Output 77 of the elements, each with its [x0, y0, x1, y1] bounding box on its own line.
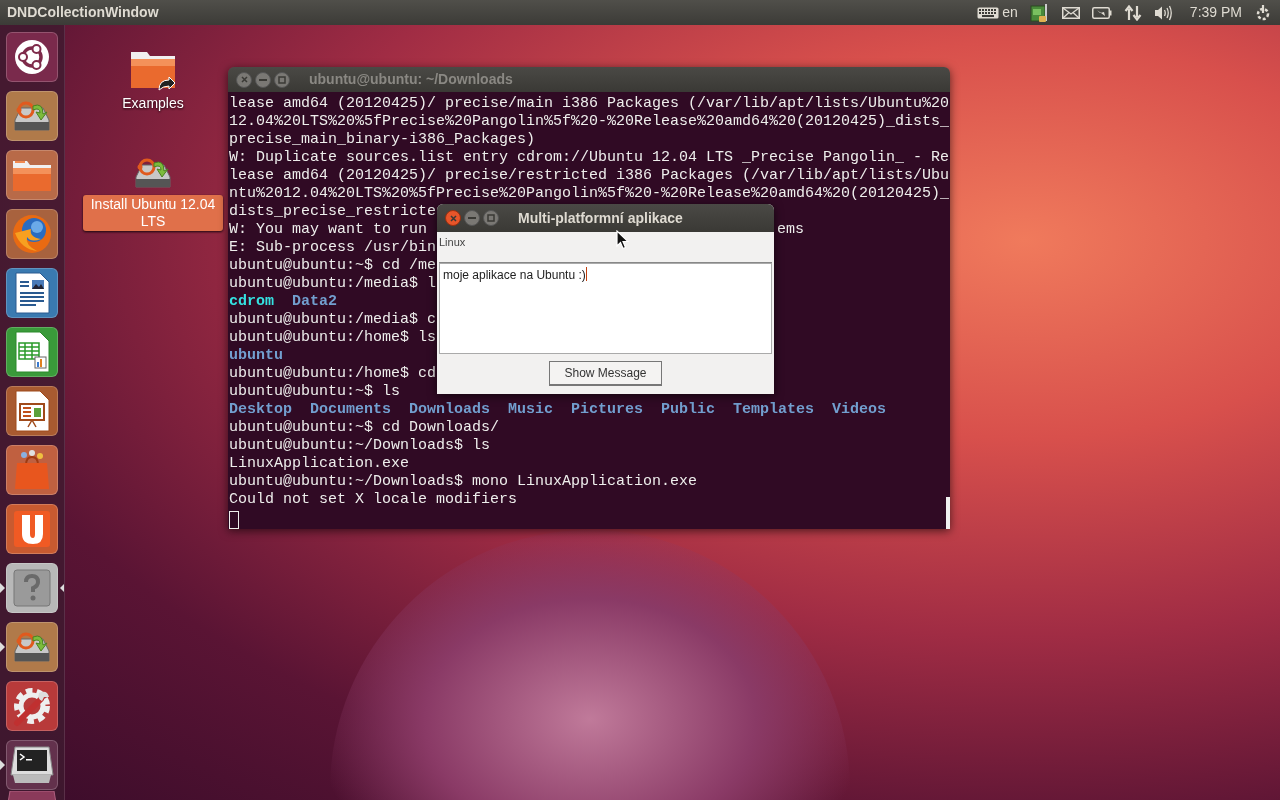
terminal-directory-name: Videos [832, 401, 887, 419]
scrollbar[interactable] [946, 497, 950, 529]
shopping-bag-icon [12, 449, 52, 491]
terminal-output-line: ubuntu@ubuntu:~/Downloads$ ls [229, 437, 491, 455]
fox-globe-icon [11, 213, 53, 255]
maximize-button[interactable] [274, 71, 290, 88]
terminal-directory-name: Public [661, 401, 716, 419]
launcher-button[interactable] [6, 268, 58, 318]
ubuntu-logo-icon [14, 39, 50, 75]
battery-icon[interactable] [1091, 6, 1112, 19]
presentation-icon [14, 390, 50, 432]
terminal-output-line: ubuntu@ubuntu:/home$ ls [229, 329, 437, 347]
terminal-output-line: W: Duplicate sources.list entry cdrom://Ubuntu 12.04 LTS _Precise Pangolin_ - Re [229, 149, 950, 167]
window-title: DNDCollectionWindow [7, 3, 159, 22]
keyboard-layout-indicator[interactable]: en [1002, 2, 1018, 23]
terminal-output-line: W: You may want to run [229, 221, 428, 239]
terminal-output-line: ubuntu@ubuntu:/home$ cd [229, 365, 437, 383]
terminal-directory-name: Pictures [571, 401, 644, 419]
linux-label: Linux [439, 235, 466, 250]
close-button[interactable] [236, 71, 252, 88]
gear-wrench-icon [11, 685, 53, 727]
terminal-output-line: Could not set X locale modifiers [229, 491, 518, 509]
terminal-output-line: 12.04%20LTS%20%5fPrecise%20Pangolin%5f%20-%20Release%20amd64%20(20120425)_dists_ [229, 113, 950, 131]
terminal-directory-name: Downloads [409, 401, 491, 419]
text-document-icon [14, 272, 50, 314]
close-icon [240, 76, 248, 83]
terminal-directory-name: Documents [310, 401, 392, 419]
terminal-icon [9, 745, 55, 785]
terminal-output-line: ubuntu@ubuntu:/media$ l [229, 275, 437, 293]
terminal-directory-name: Data2 [292, 293, 338, 311]
volume-icon[interactable] [1153, 4, 1172, 21]
terminal-cursor [229, 511, 239, 529]
terminal-directory-name: Desktop [229, 401, 292, 419]
terminal-output-line: ubuntu@ubuntu:~$ ls [229, 383, 401, 401]
launcher-button[interactable] [6, 386, 58, 436]
terminal-output-line: ubuntu@ubuntu:/media$ c [229, 311, 437, 329]
mouse-pointer-icon [616, 230, 629, 250]
terminal-output-line: ubuntu@ubuntu:~$ cd /me [229, 257, 437, 275]
terminal-output-line: ubuntu@ubuntu:~$ cd Downloads/ [229, 419, 500, 437]
close-icon [449, 214, 457, 222]
transfer-arrows-icon[interactable] [1123, 4, 1142, 21]
letter-u-logo-icon [13, 510, 51, 548]
minimize-icon [259, 78, 267, 81]
terminal-output-line: lease amd64 (20120425)/ precise/main i386 Packages (/var/lib/apt/lists/Ubuntu%20 [229, 95, 950, 113]
terminal-output-line: LinuxApplication.exe [229, 455, 410, 473]
clock[interactable]: 7:39 PM [1189, 2, 1242, 23]
close-button[interactable] [445, 210, 461, 226]
terminal-output-line: ntu%2012.04%20LTS%20%5fPrecise%20Pangolin%5f%20-%20Release%20amd64%20(20120425)_ [229, 185, 950, 203]
minimize-icon [468, 217, 476, 219]
question-mark-icon [13, 569, 51, 607]
terminal-directory-name: ubuntu [229, 347, 283, 365]
terminal-directory-name: cdrom [229, 293, 274, 311]
terminal-output-text: ems [777, 221, 804, 239]
spreadsheet-icon [14, 331, 50, 373]
launcher-button[interactable] [6, 32, 58, 82]
text-area[interactable]: moje aplikace na Ubuntu :) [439, 262, 772, 354]
keyboard-icon[interactable] [977, 6, 1000, 19]
window-title: Multi-platformní aplikace [518, 208, 683, 228]
maximize-icon [278, 75, 286, 84]
terminal-output-line: E: Sub-process /usr/bin [229, 239, 437, 257]
show-message-button[interactable]: Show Message [549, 361, 662, 387]
terminal-output-line: ubuntu@ubuntu:~/Downloads$ mono LinuxApplication.exe [229, 473, 698, 491]
terminal-directory-name: Music [508, 401, 554, 419]
terminal-output-line: lease amd64 (20120425)/ precise/restricted i386 Packages (/var/lib/apt/lists/Ubu [229, 167, 950, 185]
mail-icon[interactable] [1061, 6, 1080, 19]
desktop-icon-label[interactable]: Examples [83, 94, 223, 113]
terminal-directory-name: Templates [733, 401, 815, 419]
power-icon[interactable] [1254, 3, 1272, 22]
terminal-output-line: precise_main_binary-i386_Packages) [229, 131, 536, 149]
launcher-button[interactable] [6, 740, 58, 790]
minimize-button[interactable] [464, 210, 480, 226]
terminal-output-line: dists_precise_restricte [229, 203, 437, 221]
minimize-button[interactable] [255, 71, 271, 88]
maximize-button[interactable] [483, 210, 499, 226]
maximize-icon [487, 214, 495, 222]
window-title: ubuntu@ubuntu: ~/Downloads [309, 70, 513, 89]
network-card-icon[interactable] [1029, 2, 1050, 23]
